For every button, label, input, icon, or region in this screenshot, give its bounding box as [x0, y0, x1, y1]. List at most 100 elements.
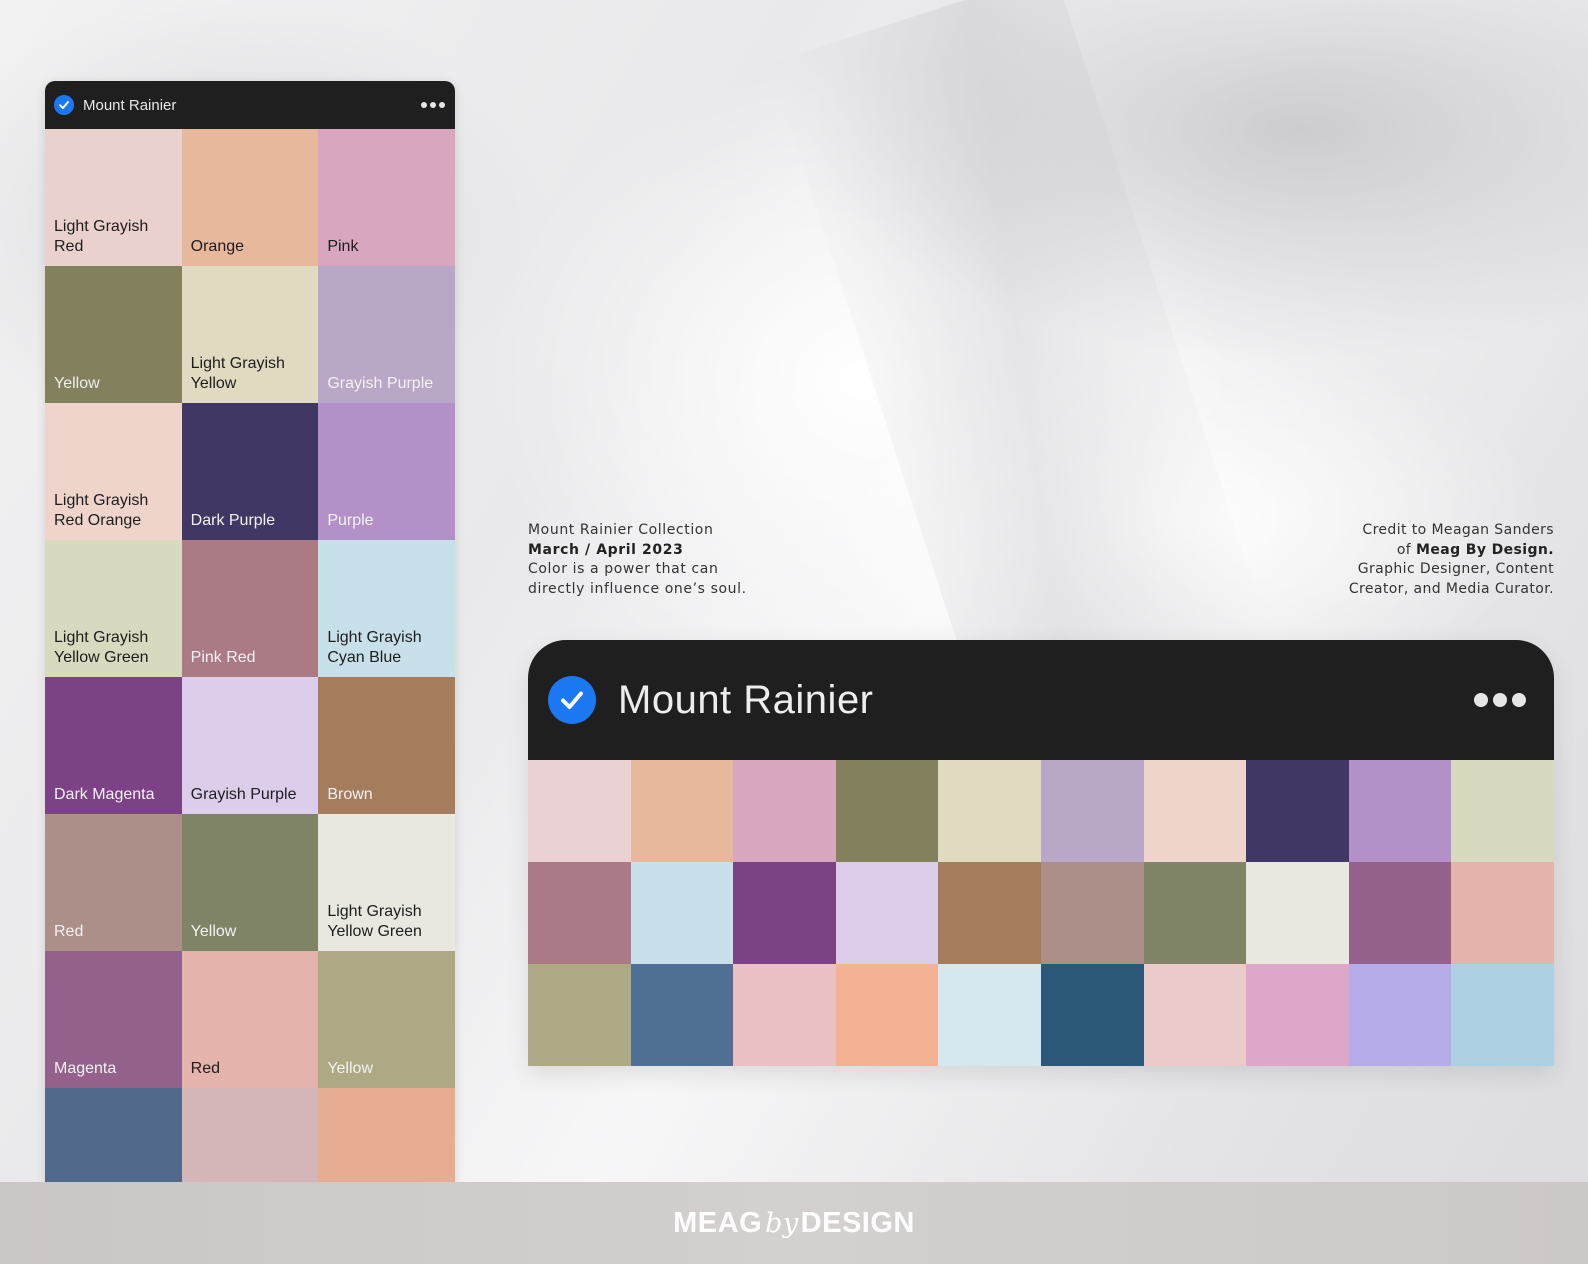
palette-panel-horizontal: Mount Rainier [528, 640, 1554, 1066]
color-swatch[interactable]: Pink [318, 129, 455, 266]
color-swatch[interactable] [528, 964, 631, 1066]
color-swatch[interactable] [1451, 862, 1554, 964]
color-swatch[interactable] [318, 1088, 455, 1182]
swatch-label: Grayish Purple [190, 786, 297, 803]
checkmark-icon[interactable] [54, 95, 74, 115]
color-swatch[interactable] [1246, 964, 1349, 1066]
color-swatch[interactable]: Yellow [318, 951, 455, 1088]
color-swatch[interactable] [1348, 760, 1452, 862]
color-swatch[interactable]: Dark Purple [181, 403, 319, 540]
color-swatch[interactable]: Red [45, 814, 182, 951]
swatch-label: Dark Purple [190, 512, 276, 529]
swatch-label: Purple [327, 512, 374, 529]
swatch-grid-horizontal [528, 760, 1554, 1066]
swatch-label: Brown [327, 786, 373, 803]
color-swatch[interactable]: Dark Magenta [45, 677, 182, 814]
palette-header: Mount Rainier [45, 81, 455, 129]
color-swatch[interactable] [630, 964, 734, 1066]
color-swatch[interactable] [733, 760, 836, 862]
color-swatch[interactable]: Pink Red [181, 540, 319, 677]
collection-tagline-1: Color is a power that can [528, 561, 719, 577]
swatch-label: Red [54, 923, 84, 940]
swatch-label: Light Grayish Yellow Green [327, 903, 422, 940]
color-swatch[interactable]: Grayish Purple [318, 266, 455, 403]
color-swatch[interactable] [733, 964, 836, 1066]
color-swatch[interactable] [181, 1088, 319, 1182]
color-swatch[interactable] [1143, 964, 1247, 1066]
color-swatch[interactable] [1040, 964, 1144, 1066]
color-swatch[interactable]: Grayish Purple [181, 677, 319, 814]
palette-header-large: Mount Rainier [528, 640, 1554, 760]
color-swatch[interactable]: Light Grayish Cyan Blue [318, 540, 455, 677]
swatch-label: Pink Red [190, 649, 256, 666]
credit-line-1: Credit to Meagan Sanders [1362, 522, 1554, 538]
color-swatch[interactable]: Orange [181, 129, 319, 266]
color-swatch[interactable] [528, 760, 631, 862]
swatch-label: Light Grayish Cyan Blue [327, 629, 422, 666]
credit-line-4: Creator, and Media Curator. [1348, 580, 1554, 597]
swatch-label: Dark Magenta [54, 786, 155, 803]
color-swatch[interactable]: Brown [318, 677, 455, 814]
color-swatch[interactable] [1348, 862, 1452, 964]
color-swatch[interactable] [938, 862, 1041, 964]
color-swatch[interactable] [1451, 964, 1554, 1066]
color-swatch[interactable] [1246, 760, 1349, 862]
color-swatch[interactable]: Red [181, 951, 319, 1088]
color-swatch[interactable] [528, 862, 631, 964]
swatch-label: Yellow [190, 923, 237, 940]
color-swatch[interactable] [1040, 760, 1144, 862]
brand-logo: MEAG by DESIGN [673, 1206, 915, 1239]
collection-date: March / April 2023 [528, 541, 684, 558]
credit-info: Credit to Meagan Sanders of Meag By Desi… [1214, 521, 1554, 599]
checkmark-icon[interactable] [548, 676, 596, 724]
color-swatch[interactable]: Magenta [45, 951, 182, 1088]
collection-tagline-2: directly influence one’s soul. [528, 580, 747, 597]
collection-info: Mount Rainier Collection March / April 2… [528, 521, 848, 599]
color-swatch[interactable]: Yellow [45, 266, 182, 403]
swatch-label: Pink [327, 238, 359, 255]
swatch-grid-vertical: Light Grayish Red Orange Pink Yellow Light G… [45, 129, 455, 1182]
color-swatch[interactable]: Yellow [181, 814, 319, 951]
color-swatch[interactable]: Light Grayish Yellow Green [318, 814, 455, 951]
color-swatch[interactable]: Light Grayish Yellow [181, 266, 319, 403]
color-swatch[interactable] [1348, 964, 1452, 1066]
footer-bar: MEAG by DESIGN [0, 1182, 1588, 1264]
swatch-label: Light Grayish Red [54, 218, 149, 255]
color-swatch[interactable]: Light Grayish Red [45, 129, 182, 266]
color-swatch[interactable] [630, 862, 734, 964]
color-swatch[interactable] [938, 760, 1041, 862]
credit-line-2: of Meag By Design. [1396, 541, 1554, 558]
swatch-label: Light Grayish Yellow [190, 355, 285, 392]
color-swatch[interactable] [45, 1088, 182, 1182]
swatch-label: Light Grayish Yellow Green [54, 629, 149, 666]
swatch-label: Orange [190, 238, 245, 255]
palette-panel-vertical: Mount Rainier Light Grayish Red Orange Pin… [45, 81, 455, 1182]
color-swatch[interactable] [1246, 862, 1349, 964]
swatch-label: Magenta [54, 1060, 117, 1077]
more-options-icon[interactable] [421, 102, 445, 108]
swatch-label: Light Grayish Red Orange [54, 492, 149, 529]
color-swatch[interactable] [733, 862, 836, 964]
color-swatch[interactable]: Light Grayish Red Orange [45, 403, 182, 540]
color-swatch[interactable] [835, 862, 939, 964]
color-swatch[interactable] [835, 964, 939, 1066]
color-swatch[interactable] [938, 964, 1041, 1066]
swatch-label: Yellow [327, 1060, 373, 1077]
color-swatch[interactable] [1143, 760, 1247, 862]
color-swatch[interactable] [1451, 760, 1554, 862]
credit-line-3: Graphic Designer, Content [1357, 561, 1554, 577]
background-shadow [769, 0, 1271, 730]
more-options-icon[interactable] [1474, 693, 1526, 707]
color-swatch[interactable] [1143, 862, 1247, 964]
swatch-label: Red [190, 1060, 221, 1077]
color-swatch[interactable] [1040, 862, 1144, 964]
collection-name: Mount Rainier Collection [528, 522, 714, 538]
swatch-label: Yellow [54, 375, 100, 392]
color-swatch[interactable]: Purple [318, 403, 455, 540]
color-swatch[interactable] [630, 760, 734, 862]
color-swatch[interactable] [835, 760, 939, 862]
swatch-label: Grayish Purple [327, 375, 434, 392]
palette-title-large: Mount Rainier [618, 677, 874, 722]
color-swatch[interactable]: Light Grayish Yellow Green [45, 540, 182, 677]
palette-title: Mount Rainier [83, 96, 177, 114]
